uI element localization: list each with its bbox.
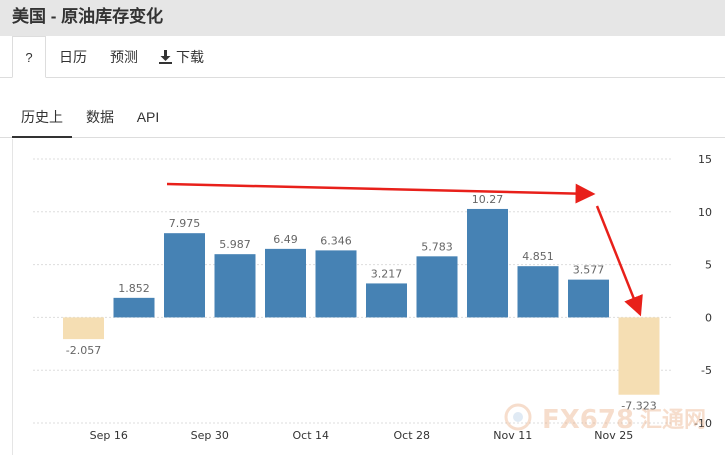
tab-history[interactable]: 历史上 [12, 98, 72, 138]
tab-data[interactable]: 数据 [80, 98, 120, 138]
download-icon [159, 50, 172, 64]
bar [214, 254, 256, 318]
data-label: -2.057 [66, 344, 101, 357]
chart-container: -2.057 1.852 7.975 5.987 6.49 6.346 3.217 5.783… [0, 139, 725, 455]
y-tick-label: -5 [701, 364, 712, 377]
x-tick-label: Sep 16 [90, 429, 128, 442]
y-tick-label: 0 [705, 311, 712, 324]
bar [164, 233, 205, 318]
forecast-button[interactable]: 预测 [110, 36, 138, 78]
data-label: 3.577 [573, 264, 605, 277]
x-tick-label: Oct 14 [292, 429, 329, 442]
watermark-text: FX678 [542, 405, 634, 435]
x-tick-label: Sep 30 [191, 429, 229, 442]
y-tick-label: 10 [698, 206, 712, 219]
window-title: 美国 - 原油库存变化 [0, 0, 725, 36]
y-tick-label: 5 [705, 259, 712, 272]
bar [618, 317, 660, 395]
tab-bar: 历史上 数据 API [0, 98, 725, 138]
calendar-button[interactable]: 日历 [59, 36, 87, 78]
watermark: FX678 汇通网 [504, 403, 706, 435]
data-label: 6.346 [320, 234, 352, 247]
bar [113, 297, 155, 318]
tab-api[interactable]: API [128, 98, 168, 138]
oil-inventory-chart: -2.057 1.852 7.975 5.987 6.49 6.346 3.217 5.783… [33, 153, 712, 442]
bar [517, 266, 559, 318]
help-button[interactable]: ? [12, 36, 46, 78]
bar [416, 256, 458, 318]
data-label: 7.975 [169, 217, 201, 230]
download-label: 下载 [176, 49, 204, 65]
watermark-subtext: 汇通网 [640, 408, 706, 433]
data-label: 5.783 [421, 240, 453, 253]
data-label: 3.217 [371, 267, 403, 280]
data-label: 10.27 [472, 193, 504, 206]
bar [63, 317, 104, 340]
annotation-arrow-horizontal [166, 182, 596, 204]
x-tick-label: Nov 11 [493, 429, 532, 442]
bar [366, 283, 407, 318]
toolbar: ? 日历 预测 下载 [0, 36, 725, 78]
data-label: 4.851 [522, 250, 554, 263]
download-button[interactable]: 下载 [159, 36, 204, 78]
bar [568, 279, 609, 318]
data-label: 5.987 [219, 238, 251, 251]
data-label: 1.852 [118, 282, 150, 295]
bar [265, 248, 306, 318]
y-tick-label: 15 [698, 153, 712, 166]
x-tick-label: Oct 28 [393, 429, 430, 442]
bar [315, 250, 357, 318]
bar [467, 208, 508, 318]
data-label: 6.49 [273, 233, 298, 246]
